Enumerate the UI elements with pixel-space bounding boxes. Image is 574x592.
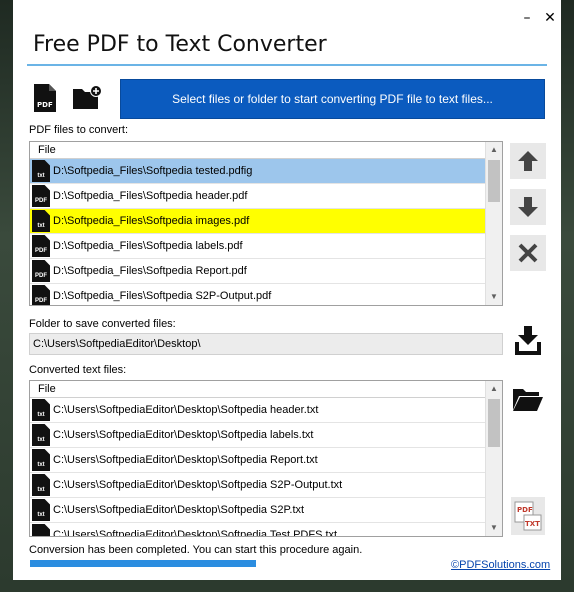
file-path: D:\Softpedia_Files\Softpedia header.pdf bbox=[53, 190, 248, 202]
file-path: D:\Softpedia_Files\Softpedia images.pdf bbox=[53, 215, 250, 227]
svg-text:PDF: PDF bbox=[517, 506, 533, 514]
add-files-button[interactable]: PDF bbox=[28, 80, 62, 116]
pdf-file-icon: PDF bbox=[34, 84, 56, 112]
folder-open-icon bbox=[513, 389, 543, 411]
list-item[interactable]: PDF D:\Softpedia_Files\Softpedia header.p… bbox=[30, 184, 486, 209]
scrollbar-thumb[interactable] bbox=[488, 399, 500, 447]
file-path: C:\Users\SoftpediaEditor\Desktop\Softped… bbox=[53, 404, 319, 416]
app-title: Free PDF to Text Converter bbox=[33, 32, 327, 57]
file-path: D:\Softpedia_Files\Softpedia labels.pdf bbox=[53, 240, 243, 252]
txt-file-icon: txt bbox=[32, 210, 50, 232]
status-message: Conversion has been completed. You can s… bbox=[29, 544, 363, 556]
file-path: D:\Softpedia_Files\Softpedia S2P-Output.… bbox=[53, 290, 272, 302]
pdf-to-txt-icon: PDF TXT bbox=[514, 501, 542, 531]
progress-bar bbox=[30, 560, 256, 567]
pdf-file-icon: PDF bbox=[32, 260, 50, 282]
output-folder-label: Folder to save converted files: bbox=[29, 318, 176, 330]
txt-list-scrollbar[interactable]: ▲ ▼ bbox=[485, 381, 502, 536]
scroll-down-icon[interactable]: ▼ bbox=[486, 520, 502, 536]
txt-file-icon: txt bbox=[32, 160, 50, 182]
pdf-list-label: PDF files to convert: bbox=[29, 124, 129, 136]
select-files-button[interactable]: Select files or folder to start converti… bbox=[120, 79, 545, 119]
pdf-file-icon: PDF bbox=[32, 235, 50, 257]
txt-list-rows: txt C:\Users\SoftpediaEditor\Desktop\Soft… bbox=[30, 398, 502, 537]
list-item[interactable]: PDF D:\Softpedia_Files\Softpedia S2P-Outp… bbox=[30, 284, 486, 305]
x-icon bbox=[518, 243, 538, 263]
add-folder-icon bbox=[73, 85, 102, 109]
arrow-down-icon bbox=[518, 197, 538, 217]
list-item[interactable]: txtC:\Users\SoftpediaEditor\Desktop\Soft… bbox=[30, 523, 486, 537]
txt-file-icon: txt bbox=[32, 474, 50, 496]
file-path: C:\Users\SoftpediaEditor\Desktop\Softped… bbox=[53, 479, 343, 491]
move-up-button[interactable] bbox=[510, 143, 546, 179]
title-divider bbox=[27, 64, 547, 66]
close-button[interactable]: ✕ bbox=[540, 10, 560, 26]
svg-text:TXT: TXT bbox=[525, 520, 540, 528]
select-files-label: Select files or folder to start converti… bbox=[172, 92, 493, 106]
txt-files-list[interactable]: File txt C:\Users\SoftpediaEditor\Desktop… bbox=[29, 380, 503, 537]
pdf-list-column-header[interactable]: File bbox=[30, 142, 486, 159]
file-path: D:\Softpedia_Files\Softpedia tested.pdfi… bbox=[53, 165, 253, 177]
list-item[interactable]: PDF D:\Softpedia_Files\Softpedia Report.p… bbox=[30, 259, 486, 284]
add-folder-button[interactable] bbox=[70, 80, 104, 116]
pdf-to-txt-button[interactable]: PDF TXT bbox=[511, 497, 545, 535]
website-link[interactable]: ©PDFSolutions.com bbox=[451, 559, 550, 571]
list-item[interactable]: txtC:\Users\SoftpediaEditor\Desktop\Soft… bbox=[30, 398, 486, 423]
list-item[interactable]: txt D:\Softpedia_Files\Softpedia tested.p… bbox=[30, 159, 486, 184]
move-down-button[interactable] bbox=[510, 189, 546, 225]
txt-file-icon: txt bbox=[32, 424, 50, 446]
pdf-file-icon: PDF bbox=[32, 285, 50, 305]
app-window: – ✕ Free PDF to Text Converter PDF Selec… bbox=[13, 0, 561, 580]
arrow-up-icon bbox=[518, 151, 538, 171]
txt-file-icon: txt bbox=[32, 399, 50, 421]
output-folder-field[interactable]: C:\Users\SoftpediaEditor\Desktop\ bbox=[29, 333, 503, 355]
svg-text:PDF: PDF bbox=[37, 101, 53, 109]
list-item[interactable]: txtC:\Users\SoftpediaEditor\Desktop\Soft… bbox=[30, 423, 486, 448]
scroll-up-icon[interactable]: ▲ bbox=[486, 381, 502, 397]
minimize-button[interactable]: – bbox=[517, 10, 537, 26]
list-item[interactable]: txtC:\Users\SoftpediaEditor\Desktop\Soft… bbox=[30, 473, 486, 498]
pdf-file-icon: PDF bbox=[32, 185, 50, 207]
txt-list-label: Converted text files: bbox=[29, 364, 127, 376]
pdf-list-scrollbar[interactable]: ▲ ▼ bbox=[485, 142, 502, 305]
file-path: C:\Users\SoftpediaEditor\Desktop\Softped… bbox=[53, 429, 314, 441]
txt-list-column-header[interactable]: File bbox=[30, 381, 486, 398]
file-path: C:\Users\SoftpediaEditor\Desktop\Softped… bbox=[53, 529, 338, 537]
file-path: C:\Users\SoftpediaEditor\Desktop\Softped… bbox=[53, 454, 318, 466]
txt-file-icon: txt bbox=[32, 524, 50, 536]
open-folder-button[interactable] bbox=[510, 380, 546, 418]
remove-button[interactable] bbox=[510, 235, 546, 271]
list-item[interactable]: txtC:\Users\SoftpediaEditor\Desktop\Soft… bbox=[30, 448, 486, 473]
list-item[interactable]: txt D:\Softpedia_Files\Softpedia images.p… bbox=[30, 209, 486, 234]
download-icon bbox=[515, 326, 541, 355]
file-path: D:\Softpedia_Files\Softpedia Report.pdf bbox=[53, 265, 247, 277]
txt-file-icon: txt bbox=[32, 499, 50, 521]
scrollbar-thumb[interactable] bbox=[488, 160, 500, 202]
save-to-button[interactable] bbox=[510, 322, 546, 360]
scroll-up-icon[interactable]: ▲ bbox=[486, 142, 502, 158]
scroll-down-icon[interactable]: ▼ bbox=[486, 289, 502, 305]
title-bar: – ✕ bbox=[13, 0, 561, 30]
file-path: C:\Users\SoftpediaEditor\Desktop\Softped… bbox=[53, 504, 305, 516]
pdf-list-rows: txt D:\Softpedia_Files\Softpedia tested.p… bbox=[30, 159, 502, 305]
pdf-files-list[interactable]: File txt D:\Softpedia_Files\Softpedia tes… bbox=[29, 141, 503, 306]
list-item[interactable]: PDF D:\Softpedia_Files\Softpedia labels.p… bbox=[30, 234, 486, 259]
txt-file-icon: txt bbox=[32, 449, 50, 471]
list-item[interactable]: txtC:\Users\SoftpediaEditor\Desktop\Soft… bbox=[30, 498, 486, 523]
